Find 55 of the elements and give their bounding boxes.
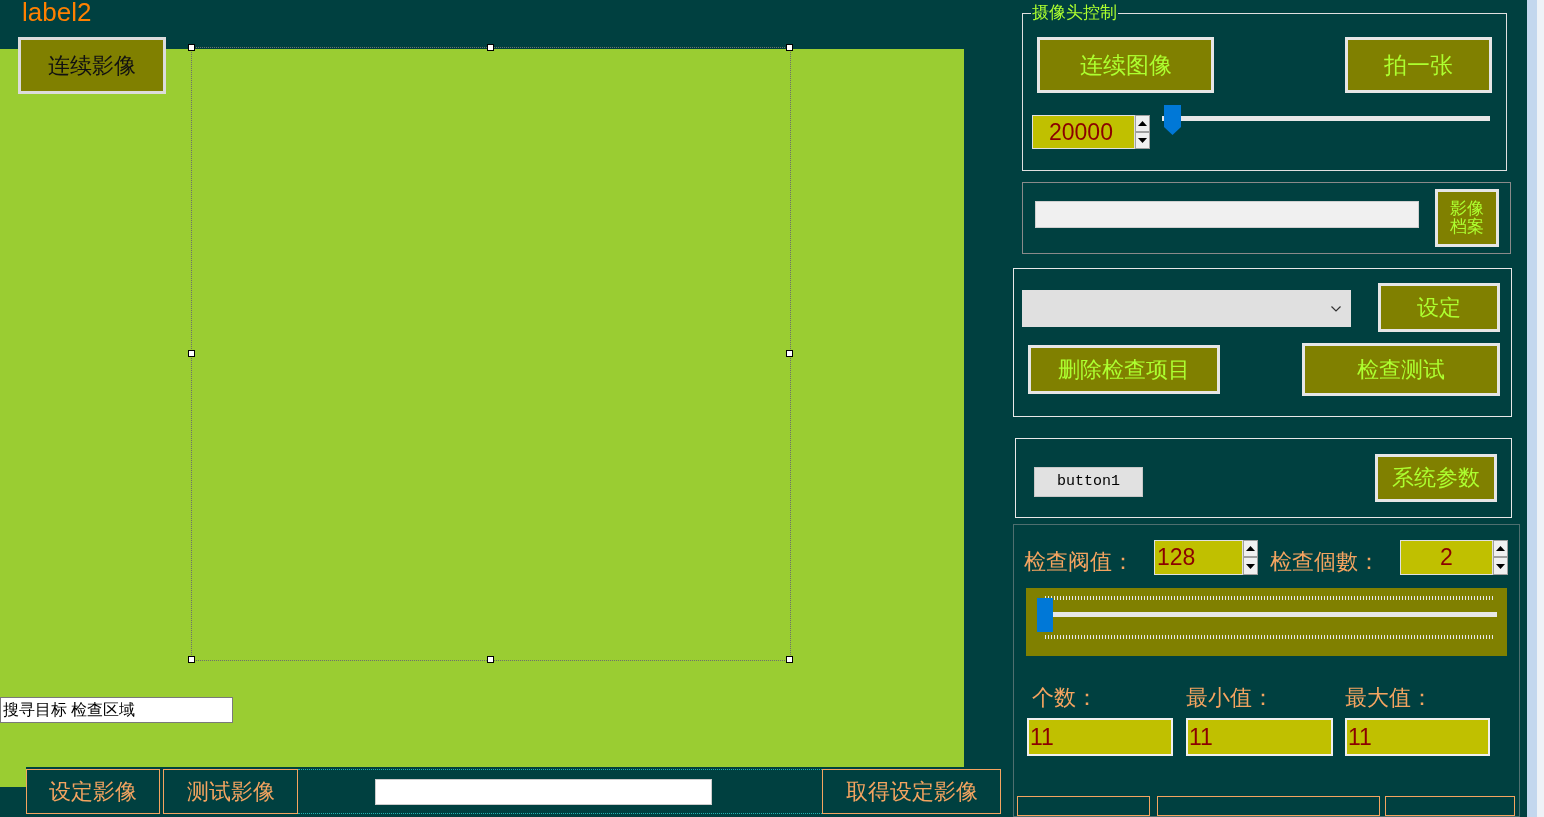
image-file-button[interactable]: 影像档案 [1435,189,1499,247]
set-button[interactable]: 设定 [1378,283,1500,333]
spin-down-button[interactable] [1243,557,1258,575]
group-title: 摄像头控制 [1031,2,1118,24]
resize-handle[interactable] [188,350,195,357]
chevron-down-icon [1331,305,1341,312]
up-triangle-icon [1246,546,1255,551]
slider-thumb[interactable] [1164,105,1181,135]
text-field[interactable]: 搜寻目标 检查区域 [0,697,233,723]
resize-handle[interactable] [786,350,793,357]
resize-handle[interactable] [487,44,494,51]
slider-track[interactable] [1162,105,1490,135]
stat-label: 最大值： [1345,684,1434,712]
resize-handle[interactable] [786,44,793,51]
resize-handle[interactable] [487,656,494,663]
stat-label: 最小值： [1186,684,1275,712]
spin-up-button[interactable] [1135,115,1150,132]
resize-handle[interactable] [188,44,195,51]
set-image-button[interactable]: 设定影像 [26,769,160,814]
slider-thumb[interactable] [1037,598,1053,632]
scroll-bar[interactable] [1527,0,1537,817]
value-field[interactable]: 11 [1345,718,1490,756]
number-field[interactable]: 20000 [1032,115,1135,149]
up-triangle-icon [1496,546,1505,551]
resize-handle[interactable] [786,656,793,663]
delete-item-button[interactable]: 删除检查项目 [1028,345,1220,395]
value-field[interactable]: 11 [1186,718,1333,756]
test-image-button[interactable]: 测试影像 [163,769,298,814]
button1-button[interactable]: button1 [1034,466,1143,497]
continuous-image-button[interactable]: 连续影像 [18,37,166,94]
threshold-label: 检查阀值： [1024,549,1135,575]
inspection-test-button[interactable]: 检查测试 [1302,343,1500,397]
stat-label: 个数： [1032,684,1099,712]
value-field[interactable]: 11 [1027,718,1173,756]
slider-track[interactable] [1026,588,1507,656]
spin-down-button[interactable] [1493,557,1508,575]
down-triangle-icon [1138,138,1147,143]
spin-up-button[interactable] [1493,540,1508,557]
system-params-button[interactable]: 系统参数 [1375,454,1497,503]
number-field[interactable]: 128 [1154,540,1243,575]
take-photo-button[interactable]: 拍一张 [1345,37,1492,93]
spin-down-button[interactable] [1135,132,1150,149]
down-triangle-icon [1496,563,1505,569]
input-field[interactable] [375,778,712,805]
up-triangle-icon [1138,121,1147,126]
down-triangle-icon [1246,563,1255,569]
count-label: 检查個數： [1270,549,1381,575]
continuous-image-button[interactable]: 连续图像 [1037,37,1214,93]
dropdown[interactable] [1022,290,1351,328]
path-field[interactable] [1035,201,1419,229]
resize-handle[interactable] [188,656,195,663]
form-label: label2 [22,0,92,25]
get-set-image-button[interactable]: 取得设定影像 [822,769,1001,814]
number-field[interactable]: 2 [1400,540,1493,575]
spin-up-button[interactable] [1243,540,1258,557]
